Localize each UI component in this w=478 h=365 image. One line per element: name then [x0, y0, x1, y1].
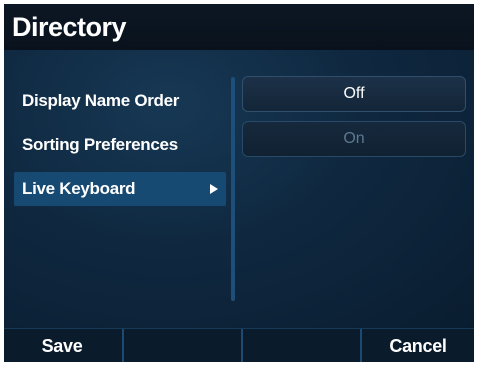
softkey-bar: Save Cancel: [4, 328, 474, 362]
menu-item-sorting-preferences[interactable]: Sorting Preferences: [14, 128, 226, 162]
option-label: Off: [343, 85, 365, 102]
panel-divider: [231, 77, 235, 301]
content-area: Display Name Order Sorting Preferences L…: [4, 50, 474, 328]
menu-item-label: Live Keyboard: [22, 179, 136, 198]
save-softkey[interactable]: Save: [4, 329, 120, 362]
triangle-right-icon: [210, 184, 218, 194]
menu-item-label: Sorting Preferences: [22, 135, 178, 154]
menu-item-display-name-order[interactable]: Display Name Order: [14, 84, 226, 118]
title-bar: Directory: [4, 4, 474, 50]
menu-item-label: Display Name Order: [22, 91, 180, 110]
phone-screen: Directory Display Name Order Sorting Pre…: [4, 4, 474, 362]
softkey-3[interactable]: [243, 329, 359, 362]
option-label: On: [343, 130, 365, 147]
menu-item-live-keyboard[interactable]: Live Keyboard: [14, 172, 226, 206]
softkey-label: Cancel: [389, 336, 447, 356]
softkey-2[interactable]: [124, 329, 240, 362]
page-title: Directory: [12, 12, 127, 42]
option-off[interactable]: Off: [242, 76, 466, 112]
softkey-label: Save: [41, 336, 83, 356]
cancel-softkey[interactable]: Cancel: [362, 329, 474, 362]
option-on[interactable]: On: [242, 121, 466, 157]
